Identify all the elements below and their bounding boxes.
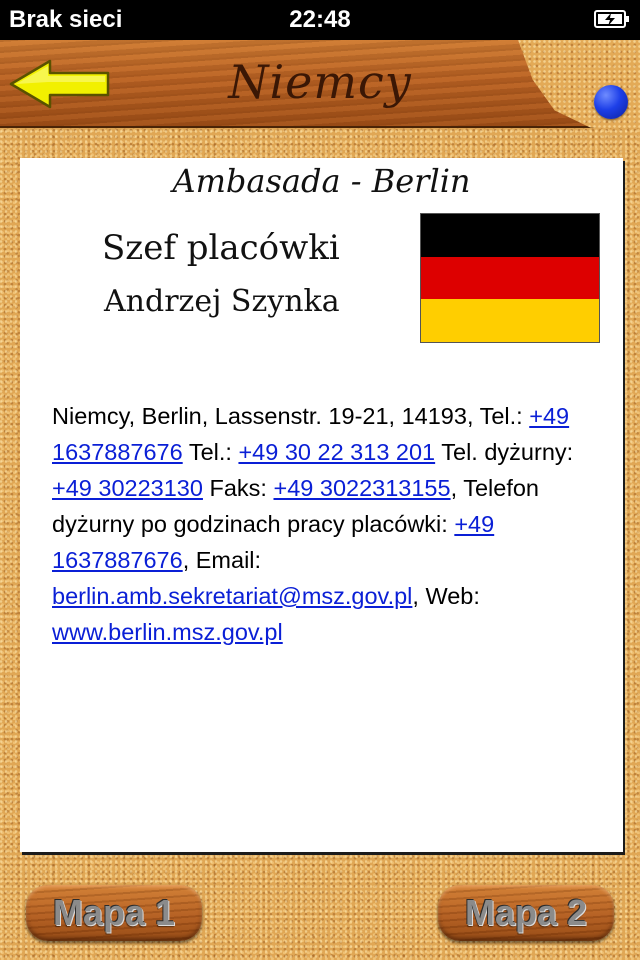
fax-label: Faks: — [209, 475, 267, 501]
email-label: , Email: — [182, 547, 262, 573]
embassy-card: Ambasada - Berlin Szef placówki Andrzej … — [20, 158, 623, 852]
fax-link[interactable]: +49 3022313155 — [273, 475, 450, 501]
map-1-button[interactable]: Mapa 1 — [26, 885, 202, 941]
map-2-button[interactable]: Mapa 2 — [438, 885, 614, 941]
web-link[interactable]: www.berlin.msz.gov.pl — [52, 619, 283, 645]
duty-phone-link[interactable]: +49 30223130 — [52, 475, 203, 501]
tel-label: Tel.: — [479, 403, 523, 429]
flag-stripe-gold — [421, 299, 599, 342]
head-of-mission-label: Szef placówki — [102, 228, 340, 268]
map-2-label: Mapa 2 — [464, 892, 588, 933]
head-of-mission-name: Andrzej Szynka — [104, 284, 340, 319]
flag-stripe-red — [421, 256, 599, 300]
tel-label: Tel.: — [188, 439, 232, 465]
email-link[interactable]: berlin.amb.sekretariat@msz.gov.pl — [52, 583, 412, 609]
address-text: Niemcy, Berlin, Lassenstr. 19-21, 14193, — [52, 403, 474, 429]
phone-link-2[interactable]: +49 30 22 313 201 — [238, 439, 435, 465]
map-1-label: Mapa 1 — [52, 892, 176, 933]
flag-stripe-black — [421, 214, 599, 257]
germany-flag — [420, 213, 600, 343]
blue-dot-button[interactable] — [594, 85, 628, 119]
status-bar: Brak sieci 22:48 — [0, 0, 640, 40]
page-title: Niemcy — [228, 55, 412, 109]
battery-charging-icon — [594, 10, 629, 28]
web-label: , Web: — [412, 583, 480, 609]
contact-details: Niemcy, Berlin, Lassenstr. 19-21, 14193,… — [52, 398, 602, 650]
clock: 22:48 — [289, 6, 351, 33]
duty-phone-label: Tel. dyżurny: — [441, 439, 574, 465]
embassy-title: Ambasada - Berlin — [172, 162, 471, 200]
